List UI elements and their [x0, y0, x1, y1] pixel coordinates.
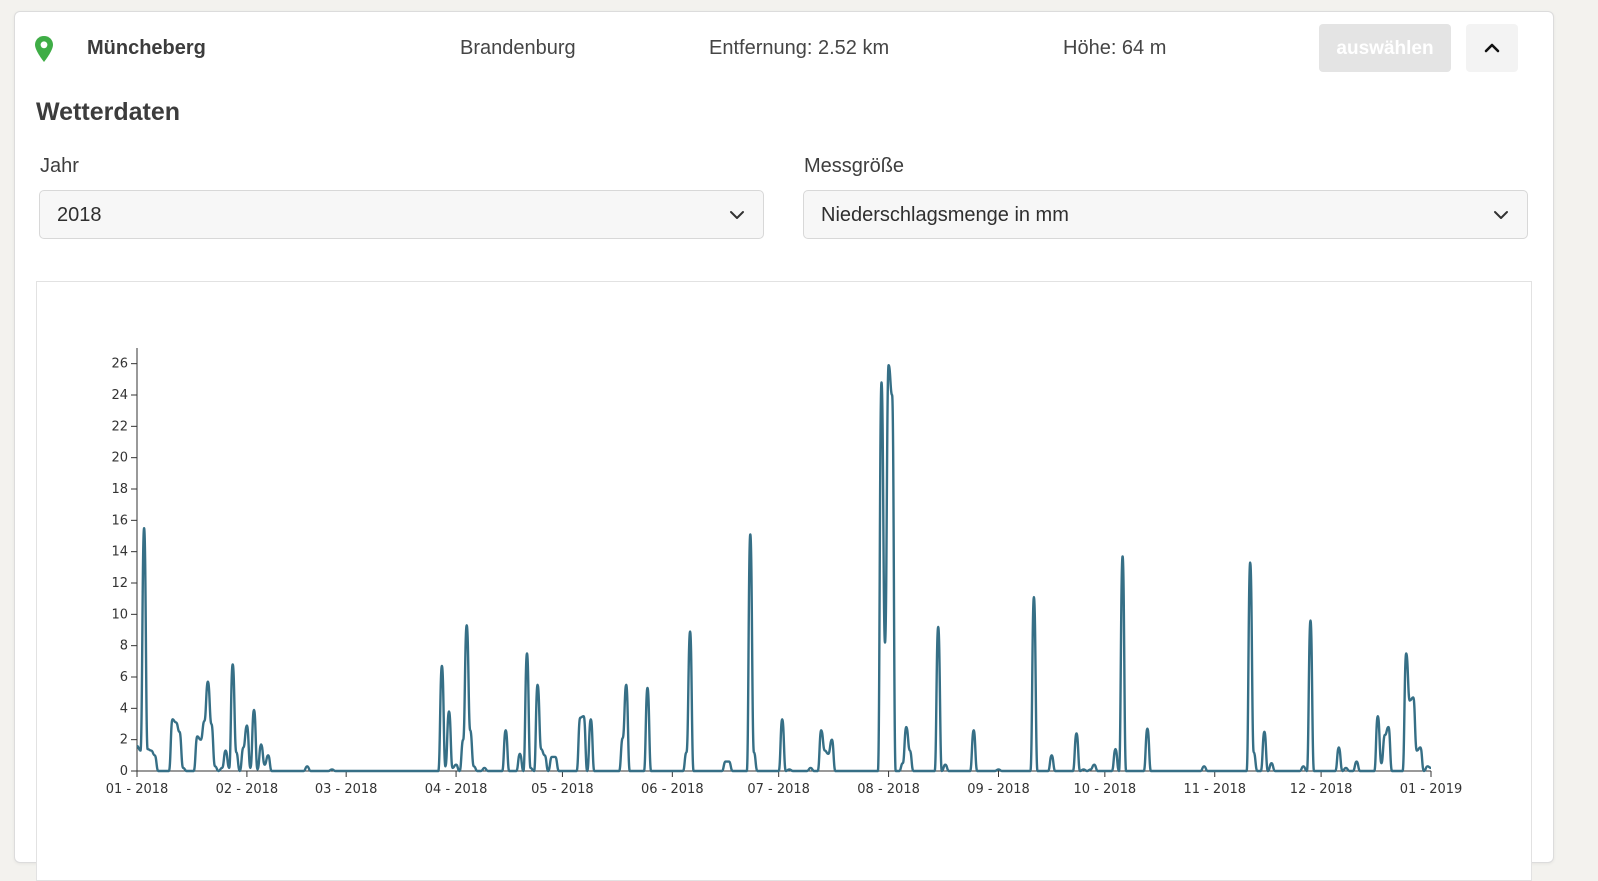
station-name: Müncheberg [87, 37, 206, 59]
chevron-down-icon [730, 211, 744, 219]
x-tick-label: 12 - 2018 [1290, 782, 1353, 797]
x-tick-label: 09 - 2018 [967, 782, 1030, 797]
x-tick-label: 11 - 2018 [1183, 782, 1246, 797]
chevron-down-icon [1494, 211, 1508, 219]
x-tick-label: 01 - 2019 [1400, 782, 1463, 797]
y-tick-label: 10 [111, 607, 128, 622]
y-tick-label: 26 [111, 357, 128, 372]
year-select[interactable]: 2018 [39, 190, 764, 239]
section-title: Wetterdaten [36, 98, 181, 126]
station-state: Brandenburg [460, 37, 576, 59]
measure-select-value: Niederschlagsmenge in mm [821, 204, 1069, 226]
y-tick-label: 14 [111, 545, 128, 560]
x-tick-label: 08 - 2018 [857, 782, 920, 797]
x-tick-label: 02 - 2018 [216, 782, 279, 797]
collapse-button[interactable] [1466, 24, 1518, 72]
select-station-button[interactable]: auswählen [1319, 24, 1451, 72]
x-tick-label: 03 - 2018 [315, 782, 378, 797]
y-tick-label: 22 [111, 419, 128, 434]
station-distance: Entfernung: 2.52 km [709, 37, 890, 59]
x-tick-label: 10 - 2018 [1074, 782, 1137, 797]
year-select-value: 2018 [57, 204, 102, 226]
y-tick-label: 18 [111, 482, 128, 497]
measure-select[interactable]: Niederschlagsmenge in mm [803, 190, 1528, 239]
x-tick-label: 01 - 2018 [106, 782, 169, 797]
chart-container: 0 2 4 6 8 10 12 14 16 18 20 22 24 26 01 - 2018 02 - 201… [36, 281, 1532, 881]
x-tick-label: 06 - 2018 [641, 782, 704, 797]
station-header: Müncheberg Brandenburg Entfernung: 2.52 … [15, 12, 1553, 86]
measure-label: Messgröße [804, 155, 905, 177]
y-tick-label: 6 [120, 670, 128, 685]
x-tick-label: 04 - 2018 [425, 782, 488, 797]
station-height: Höhe: 64 m [1063, 37, 1167, 59]
y-tick-label: 12 [111, 576, 128, 591]
y-tick-label: 20 [111, 451, 128, 466]
x-tick-label: 05 - 2018 [531, 782, 594, 797]
map-pin-icon [35, 36, 53, 62]
y-tick-label: 24 [111, 388, 128, 403]
y-tick-label: 0 [120, 764, 128, 779]
precipitation-series-line [136, 364, 1432, 773]
y-tick-label: 16 [111, 513, 128, 528]
year-label: Jahr [40, 155, 79, 177]
y-tick-label: 4 [120, 701, 128, 716]
y-tick-label: 8 [120, 639, 128, 654]
y-tick-label: 2 [120, 733, 128, 748]
station-card: Müncheberg Brandenburg Entfernung: 2.52 … [14, 11, 1554, 881]
precipitation-chart: 0246810121416182022242601 - 2018 02 - 201… [106, 348, 1463, 797]
chevron-up-icon [1484, 43, 1500, 53]
x-tick-label: 07 - 2018 [747, 782, 810, 797]
